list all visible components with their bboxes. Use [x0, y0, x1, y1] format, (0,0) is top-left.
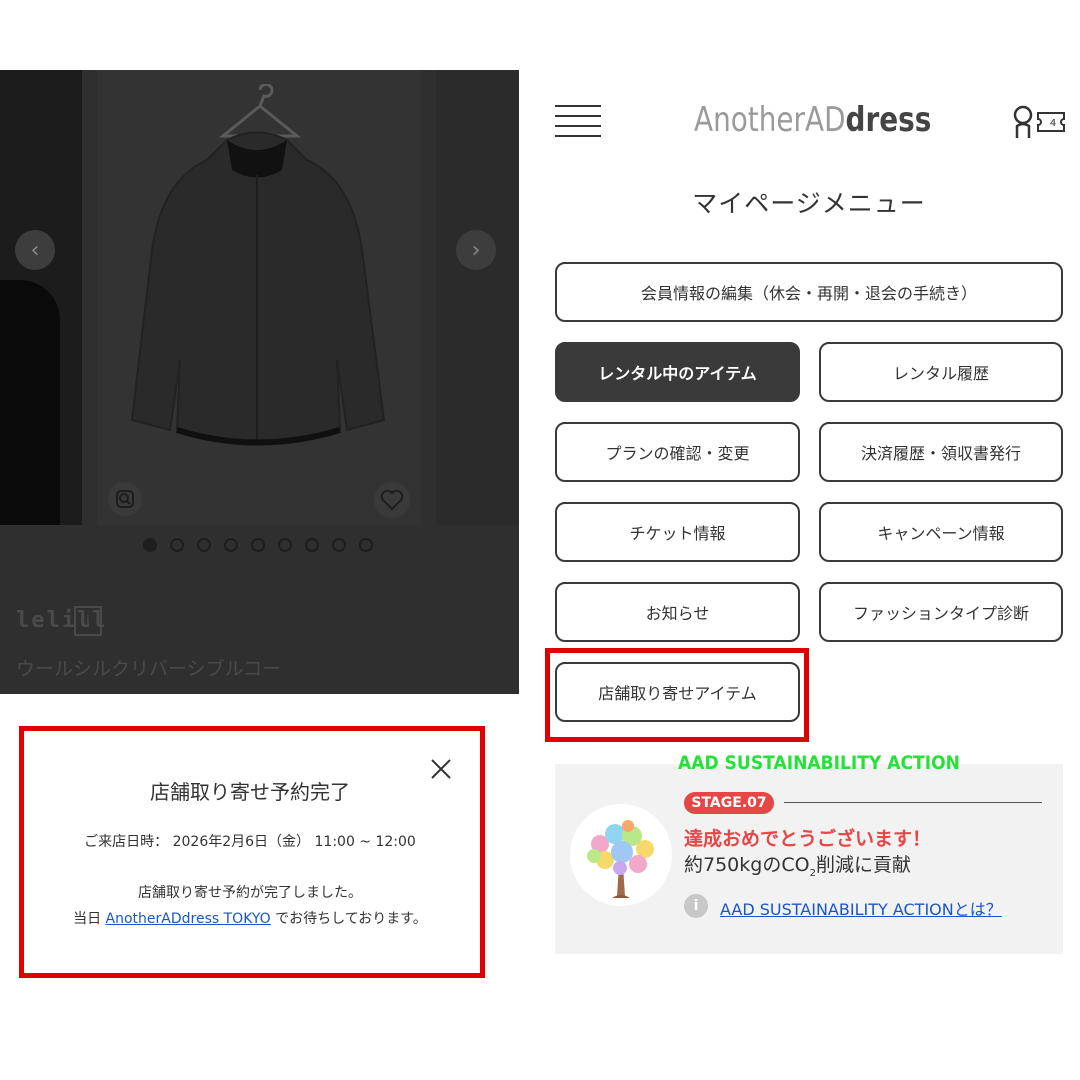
- brand-info-icon[interactable]: i: [74, 606, 102, 636]
- visit-datetime: ご来店日時： 2026年2月6日（金） 11:00 ~ 12:00: [84, 834, 416, 850]
- info-icon: i: [684, 894, 708, 918]
- store-message: 当日 AnotherADdress TOKYO でお待ちしております。: [0, 908, 500, 928]
- store-items-highlight-frame: [545, 648, 809, 742]
- modal-title: 店舗取り寄せ予約完了: [150, 780, 350, 804]
- hamburger-menu-icon[interactable]: [555, 105, 601, 137]
- completion-message: 店舗取り寄せ予約が完了しました。: [138, 885, 362, 901]
- logo-text-dark: dress: [845, 100, 932, 140]
- co2-suffix: 削減に貢献: [815, 854, 911, 876]
- site-logo[interactable]: AnotherADdress: [694, 100, 931, 140]
- previous-product-image: [0, 70, 82, 525]
- logo-text-light: AnotherAD: [694, 100, 846, 140]
- previous-image-button[interactable]: ‹: [15, 230, 55, 270]
- product-gallery-overlay: ‹ › lelill i ウールシルクリバーシブルコー: [0, 70, 519, 694]
- store-message-suffix: でお待ちしております。: [270, 911, 427, 927]
- pagination-dot[interactable]: [143, 538, 157, 552]
- pagination-dot[interactable]: [197, 538, 211, 552]
- pagination-dot[interactable]: [359, 538, 373, 552]
- rental-current-button[interactable]: レンタル中のアイテム: [555, 342, 800, 402]
- sustainability-heading: AAD SUSTAINABILITY ACTION: [678, 752, 960, 774]
- favorite-button[interactable]: [374, 482, 410, 518]
- ticket-icon[interactable]: 4: [1036, 110, 1066, 134]
- product-name: ウールシルクリバーシブルコー: [16, 658, 282, 680]
- stage-badge: STAGE.07: [684, 792, 774, 814]
- next-image-button[interactable]: ›: [456, 230, 496, 270]
- coat-image: [130, 131, 386, 446]
- plan-button[interactable]: プランの確認・変更: [555, 422, 800, 482]
- store-link[interactable]: AnotherADdress TOKYO: [106, 911, 271, 927]
- store-message-prefix: 当日: [73, 911, 106, 927]
- co2-prefix: 約750kgのCO: [684, 854, 810, 876]
- zoom-button[interactable]: [108, 482, 142, 516]
- ticket-count: 4: [1050, 118, 1056, 129]
- ticket-info-button[interactable]: チケット情報: [555, 502, 800, 562]
- payment-history-button[interactable]: 決済履歴・領収書発行: [819, 422, 1063, 482]
- pagination-dot[interactable]: [170, 538, 184, 552]
- page-title: マイページメニュー: [692, 189, 926, 218]
- account-area[interactable]: 4: [1012, 104, 1066, 140]
- co2-reduction-text: 約750kgのCO2削減に貢献: [684, 850, 911, 879]
- sustainability-link[interactable]: AAD SUSTAINABILITY ACTIONとは？: [720, 896, 1002, 920]
- heart-icon: [380, 489, 404, 511]
- tree-illustration: [570, 804, 672, 906]
- news-button[interactable]: お知らせ: [555, 582, 800, 642]
- modal-highlight-frame: [19, 726, 485, 978]
- next-product-image: [436, 70, 519, 525]
- tree-icon: [587, 820, 654, 898]
- pagination-dot[interactable]: [224, 538, 238, 552]
- rental-history-button[interactable]: レンタル履歴: [819, 342, 1063, 402]
- pagination-dot[interactable]: [278, 538, 292, 552]
- user-icon[interactable]: [1012, 104, 1034, 140]
- pagination-dot[interactable]: [251, 538, 265, 552]
- campaign-info-button[interactable]: キャンペーン情報: [819, 502, 1063, 562]
- congrats-text: 達成おめでとうございます！: [684, 828, 932, 850]
- pagination-dot[interactable]: [332, 538, 346, 552]
- image-pagination: [143, 538, 373, 552]
- pagination-dot[interactable]: [305, 538, 319, 552]
- fashion-type-button[interactable]: ファッションタイプ診断: [819, 582, 1063, 642]
- stage-divider: [784, 802, 1042, 803]
- zoom-icon: [116, 490, 134, 508]
- member-edit-button[interactable]: 会員情報の編集（休会・再開・退会の手続き）: [555, 262, 1063, 322]
